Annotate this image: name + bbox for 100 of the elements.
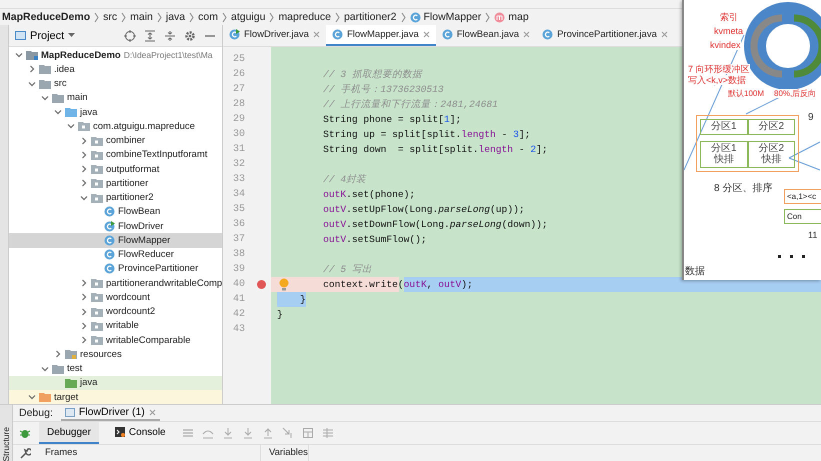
folder-icon bbox=[65, 349, 77, 360]
code-text: (up)); bbox=[490, 203, 525, 217]
tree-item[interactable]: writableComparable bbox=[9, 333, 222, 348]
editor-tab[interactable]: FlowMapper.java bbox=[326, 25, 436, 46]
breadcrumb-item[interactable]: mapreduce bbox=[278, 11, 331, 23]
tree-item[interactable]: partitionerandwritableComp bbox=[9, 276, 222, 290]
code-text: // 3 抓取想要的数据 bbox=[323, 68, 422, 82]
debug-label: Debug: bbox=[19, 407, 53, 419]
tree-item[interactable]: wordcount2 bbox=[9, 304, 222, 319]
tree-item[interactable]: java bbox=[9, 376, 222, 390]
tree-item[interactable]: src bbox=[9, 76, 222, 91]
partition-cell: 分区2 bbox=[748, 119, 795, 134]
code-text: ); bbox=[461, 277, 473, 292]
line-number: 32 bbox=[232, 159, 245, 170]
expand-all-icon[interactable] bbox=[144, 30, 156, 42]
close-icon[interactable] bbox=[523, 31, 530, 38]
bug-icon[interactable] bbox=[19, 427, 31, 439]
code-text: 1 bbox=[444, 113, 450, 127]
tree-item[interactable]: target bbox=[9, 390, 222, 404]
diagram-label: 索引 bbox=[720, 12, 738, 22]
folder-icon bbox=[26, 50, 38, 60]
menu-icon[interactable] bbox=[182, 427, 194, 439]
class-icon bbox=[104, 206, 115, 218]
code-text: outV bbox=[323, 203, 346, 217]
line-number: 36 bbox=[232, 219, 245, 230]
breadcrumb-item[interactable]: java bbox=[166, 11, 186, 23]
separator-icon bbox=[400, 12, 406, 22]
tree-item[interactable]: combineTextInputforamt bbox=[9, 148, 222, 162]
tree-item[interactable]: combiner bbox=[9, 134, 222, 148]
chevron-icon[interactable] bbox=[28, 393, 36, 402]
breadcrumb-item[interactable]: main bbox=[130, 11, 153, 23]
tree-item[interactable]: FlowDriver bbox=[9, 219, 222, 234]
code-text: // 4封装 bbox=[323, 173, 366, 187]
close-icon[interactable] bbox=[148, 408, 156, 416]
tree-item[interactable]: writable bbox=[9, 318, 222, 333]
folder-icon bbox=[91, 192, 103, 203]
tree-item[interactable]: partitioner2 bbox=[9, 190, 222, 205]
line-number: 40 bbox=[232, 279, 245, 290]
tree-item[interactable]: main bbox=[9, 90, 222, 105]
tree-item[interactable]: java bbox=[9, 105, 222, 120]
line-number: 33 bbox=[232, 174, 245, 185]
code-text: length bbox=[461, 128, 496, 142]
line-number: 41 bbox=[232, 294, 245, 305]
class-icon bbox=[104, 234, 115, 246]
tree-item[interactable]: wordcount bbox=[9, 290, 222, 304]
tree-item[interactable]: FlowMapper bbox=[9, 233, 222, 248]
breadcrumb-item[interactable]: map bbox=[494, 11, 529, 23]
tree-item[interactable]: ProvincePartitioner bbox=[9, 262, 222, 276]
tree-item[interactable]: com.atguigu.mapreduce bbox=[9, 119, 222, 134]
debug-tab[interactable]: Debugger bbox=[39, 422, 99, 444]
class-icon bbox=[229, 29, 240, 40]
breadcrumb-item[interactable]: com bbox=[198, 11, 218, 23]
tree-item[interactable]: .idea bbox=[9, 62, 222, 76]
line-number: 28 bbox=[232, 99, 245, 110]
line-number: 43 bbox=[232, 324, 245, 335]
code-text: (down)); bbox=[502, 218, 548, 232]
tree-item[interactable]: outputformat bbox=[9, 162, 222, 176]
tree-item[interactable]: resources bbox=[9, 347, 222, 362]
diagram-label: 9 bbox=[808, 112, 814, 124]
separator-icon bbox=[156, 12, 162, 22]
breadcrumb-item[interactable]: MapReduceDemo bbox=[2, 11, 90, 23]
breadcrumb-item[interactable]: src bbox=[103, 11, 118, 23]
breadcrumb-item[interactable]: atguigu bbox=[230, 11, 266, 23]
line-number: 42 bbox=[232, 309, 245, 320]
close-icon[interactable] bbox=[660, 31, 668, 38]
breadcrumb-item[interactable]: partitioner2 bbox=[344, 11, 396, 23]
locate-icon[interactable] bbox=[124, 30, 136, 42]
collapse-all-icon[interactable] bbox=[164, 30, 176, 42]
tree-item[interactable]: partitioner bbox=[9, 176, 222, 190]
partition-cell: 分区1 快排 bbox=[700, 140, 748, 168]
folder-icon bbox=[91, 164, 103, 174]
code-text: ]; bbox=[450, 113, 462, 127]
folder-icon bbox=[91, 178, 103, 188]
settings-icon[interactable] bbox=[184, 30, 196, 42]
folder-icon bbox=[91, 335, 103, 346]
folder-icon bbox=[52, 92, 64, 103]
project-view-dropdown[interactable]: Project bbox=[15, 30, 76, 42]
editor-tab[interactable]: FlowBean.java bbox=[436, 25, 536, 46]
tree-item[interactable]: FlowBean bbox=[9, 204, 222, 219]
partition-cell: 分区2 快排 bbox=[748, 140, 795, 168]
folder-icon bbox=[65, 107, 77, 118]
close-icon[interactable] bbox=[312, 31, 320, 38]
editor-tab[interactable]: ProvincePartitioner.java bbox=[536, 25, 674, 46]
breadcrumb-item[interactable]: FlowMapper bbox=[410, 11, 482, 23]
code-text: ]; bbox=[536, 143, 548, 157]
editor-tab[interactable]: FlowDriver.java bbox=[223, 25, 326, 46]
class-icon bbox=[442, 29, 453, 40]
line-number: 37 bbox=[232, 234, 245, 245]
diagram-label: 写入<k,v>数据 bbox=[688, 75, 746, 86]
tree-item[interactable]: MapReduceDemo D:\IdeaProject1\test\Ma bbox=[9, 48, 222, 62]
tree-item[interactable]: test bbox=[9, 362, 222, 376]
code-text: String down = split[split. bbox=[323, 143, 479, 157]
folder-icon bbox=[65, 378, 77, 388]
breakpoint-icon[interactable] bbox=[257, 280, 266, 289]
folder-icon bbox=[91, 278, 103, 288]
tree-item[interactable]: FlowReducer bbox=[9, 248, 222, 262]
debug-tab[interactable]: Console bbox=[106, 422, 174, 444]
close-icon[interactable] bbox=[422, 31, 430, 38]
wrench-icon[interactable] bbox=[19, 447, 31, 459]
project-path: D:\IdeaProject1\test\Ma bbox=[124, 50, 213, 60]
